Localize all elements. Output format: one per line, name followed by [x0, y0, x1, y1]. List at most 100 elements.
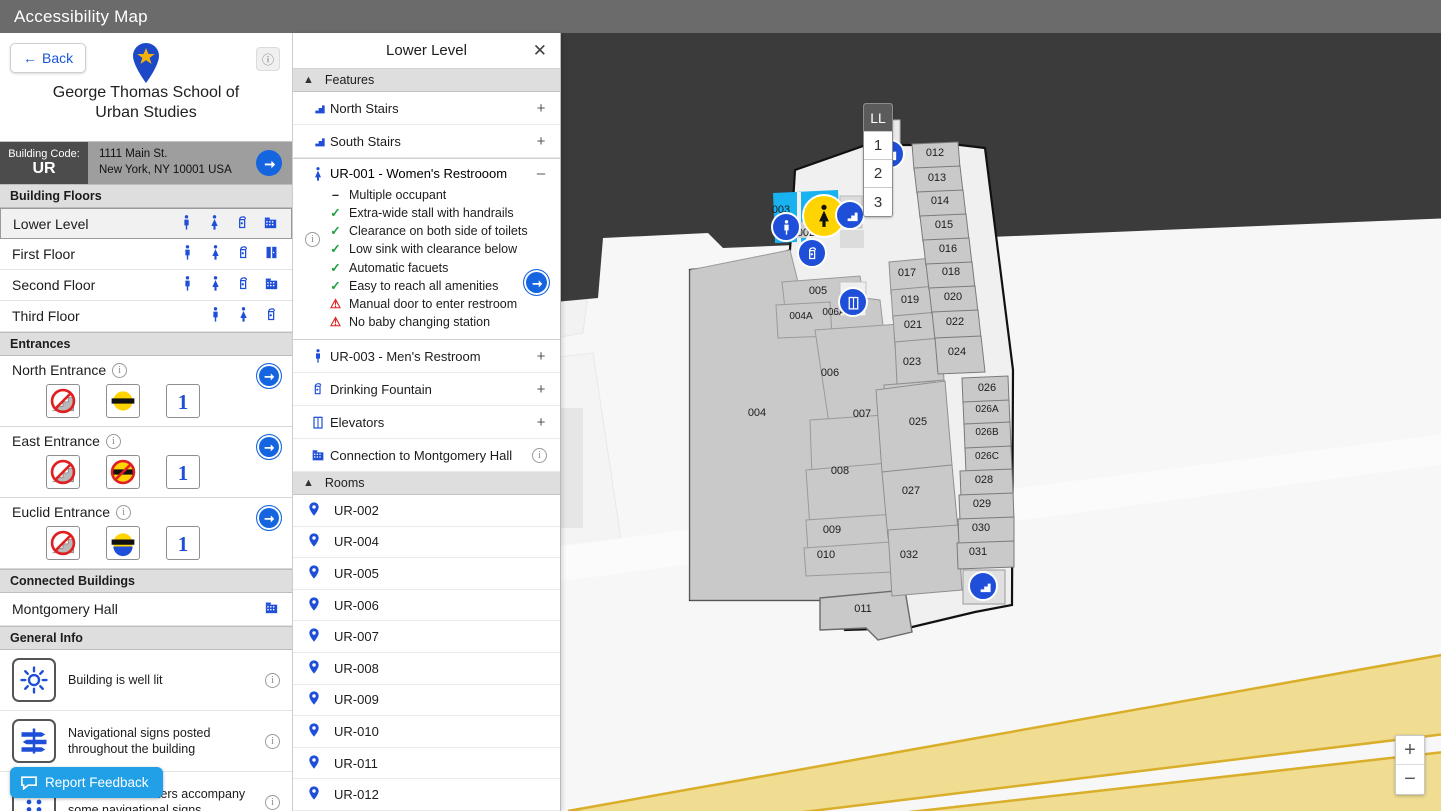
entrance-pictograms: 1 [0, 449, 292, 489]
feature-row[interactable]: North Stairs + [293, 92, 560, 125]
entrances-list[interactable]: North Entrance i 1 East Entrance i 1 Euc… [0, 356, 292, 569]
general-info-icon[interactable]: i [265, 672, 280, 688]
sun-icon [12, 658, 56, 702]
map-marker-drinking-fountain[interactable] [797, 238, 827, 268]
close-icon[interactable]: ✕ [533, 42, 547, 59]
feature-detail-item: – Multiple occupant [329, 186, 560, 204]
feature-row[interactable]: South Stairs + [293, 125, 560, 158]
room-row[interactable]: UR-005 [293, 558, 560, 590]
directions-button[interactable] [256, 150, 282, 176]
zoom-controls[interactable]: + − [1395, 735, 1425, 795]
expanded-feature-directions-button[interactable] [523, 269, 550, 296]
floor-row-first-floor[interactable]: First Floor [0, 239, 292, 270]
floor-button-3[interactable]: 3 [864, 188, 892, 216]
map-room-label: 021 [904, 319, 922, 331]
expanded-feature-header[interactable]: UR-001 - Women's Restrooom – [293, 159, 560, 184]
feature-toggle[interactable]: + [535, 381, 547, 398]
feature-row[interactable]: UR-003 - Men's Restroom + [293, 340, 560, 373]
feature-info-icon[interactable]: i [532, 447, 547, 463]
entrance-block-north-entrance[interactable]: North Entrance i 1 [0, 356, 292, 427]
entrance-info-icon[interactable]: i [116, 504, 132, 520]
rooms-section-header[interactable]: ▲ Rooms [293, 472, 560, 495]
map-marker-mens-restroom[interactable] [771, 212, 801, 242]
level-detail-panel[interactable]: Lower Level ✕ ▲ Features North Stairs + S… [293, 33, 561, 811]
building-info-button[interactable]: ⓘ [256, 47, 280, 71]
room-row[interactable]: UR-007 [293, 621, 560, 653]
expanded-feature-info-icon[interactable]: i [305, 232, 320, 247]
zoom-in-button[interactable]: + [1396, 736, 1424, 765]
expanded-feature-info-wrap[interactable]: i [305, 229, 320, 247]
room-row[interactable]: UR-012 [293, 779, 560, 811]
general-info-icon[interactable]: i [265, 794, 280, 810]
floor-row-lower-level[interactable]: Lower Level [0, 208, 292, 239]
floor-selector[interactable]: LL 1 2 3 [863, 103, 893, 217]
feature-toggle[interactable]: + [535, 133, 547, 150]
report-feedback-button[interactable]: Report Feedback [10, 767, 163, 798]
expanded-feature-toggle[interactable]: – [535, 165, 547, 182]
room-row[interactable]: UR-011 [293, 748, 560, 780]
entrance-directions-button[interactable] [256, 434, 282, 460]
features-section-header[interactable]: ▲ Features [293, 69, 560, 92]
pin-icon [306, 532, 322, 551]
feature-row[interactable]: Elevators + [293, 406, 560, 439]
expanded-feature-block[interactable]: UR-001 - Women's Restrooom – – Multiple … [293, 158, 560, 340]
automatic-door-icon [106, 384, 140, 418]
room-row[interactable]: UR-010 [293, 716, 560, 748]
directions-icon [264, 160, 275, 168]
no-automatic-door-icon [106, 455, 140, 489]
connected-buildings-list[interactable]: Montgomery Hall [0, 593, 292, 626]
feature-toggle[interactable]: + [535, 348, 547, 365]
features-list-top[interactable]: North Stairs + South Stairs + [293, 92, 560, 158]
detail-text: No baby changing station [349, 314, 491, 329]
entrance-directions-button[interactable] [256, 363, 282, 389]
floor-amenity-icons [178, 214, 279, 234]
room-row[interactable]: UR-002 [293, 495, 560, 527]
floor-row-second-floor[interactable]: Second Floor [0, 270, 292, 301]
push-button-door-icon [106, 526, 140, 560]
entrance-directions-button[interactable] [256, 505, 282, 531]
room-row[interactable]: UR-006 [293, 590, 560, 622]
entrance-block-euclid-entrance[interactable]: Euclid Entrance i 1 [0, 498, 292, 569]
room-row[interactable]: UR-004 [293, 527, 560, 559]
expanded-feature-title: UR-001 - Women's Restrooom [330, 166, 535, 181]
general-info-icon[interactable]: i [265, 733, 280, 749]
map-room-label: 016 [939, 243, 957, 255]
room-label: UR-010 [334, 723, 379, 739]
entrance-block-east-entrance[interactable]: East Entrance i 1 [0, 427, 292, 498]
entrance-info-icon[interactable]: i [112, 362, 128, 378]
floor-button-2[interactable]: 2 [864, 160, 892, 188]
map-marker-stairs[interactable] [968, 571, 998, 601]
room-label: UR-009 [334, 692, 379, 708]
floor-button-ll[interactable]: LL [864, 104, 892, 132]
entrance-info-icon[interactable]: i [105, 433, 121, 449]
room-row[interactable]: UR-008 [293, 653, 560, 685]
general-info-text: Building is well lit [68, 672, 163, 687]
map-room-label: 012 [926, 147, 944, 159]
womens-restroom-icon [207, 275, 224, 295]
feature-toggle[interactable]: + [535, 100, 547, 117]
entrance-pictograms: 1 [0, 520, 292, 560]
report-feedback-label: Report Feedback [45, 775, 149, 790]
building-address: 1111 Main St. New York, NY 10001 USA [99, 147, 232, 178]
building-code-value: UR [32, 160, 56, 178]
floor-button-1[interactable]: 1 [864, 132, 892, 160]
room-row[interactable]: UR-009 [293, 685, 560, 717]
building-floors-list[interactable]: Lower Level First Floor Second Floor Thi… [0, 208, 292, 332]
zoom-out-button[interactable]: − [1396, 765, 1424, 794]
features-list-bottom[interactable]: UR-003 - Men's Restroom + Drinking Founta… [293, 340, 560, 472]
svg-text:1: 1 [178, 390, 189, 414]
connected-building-row[interactable]: Montgomery Hall [0, 593, 292, 626]
drinking-fountain-icon [263, 306, 280, 326]
detail-text: Extra-wide stall with handrails [349, 206, 514, 221]
map-marker-elevator[interactable] [838, 287, 868, 317]
section-header-general: General Info [0, 626, 292, 650]
drinking-fountain-icon [235, 275, 252, 295]
feature-row[interactable]: Drinking Fountain + [293, 373, 560, 406]
feature-toggle[interactable]: + [535, 414, 547, 431]
feature-row[interactable]: Connection to Montgomery Hall i [293, 439, 560, 472]
map-room-label: 026B [975, 427, 999, 438]
sidebar[interactable]: ← Back ⓘ George Thomas School of Urban S… [0, 33, 293, 811]
floor-row-third-floor[interactable]: Third Floor [0, 301, 292, 332]
map-marker-stairs[interactable] [835, 200, 865, 230]
rooms-list[interactable]: UR-002 UR-004 UR-005 UR-006 UR-007 UR-00… [293, 495, 560, 811]
